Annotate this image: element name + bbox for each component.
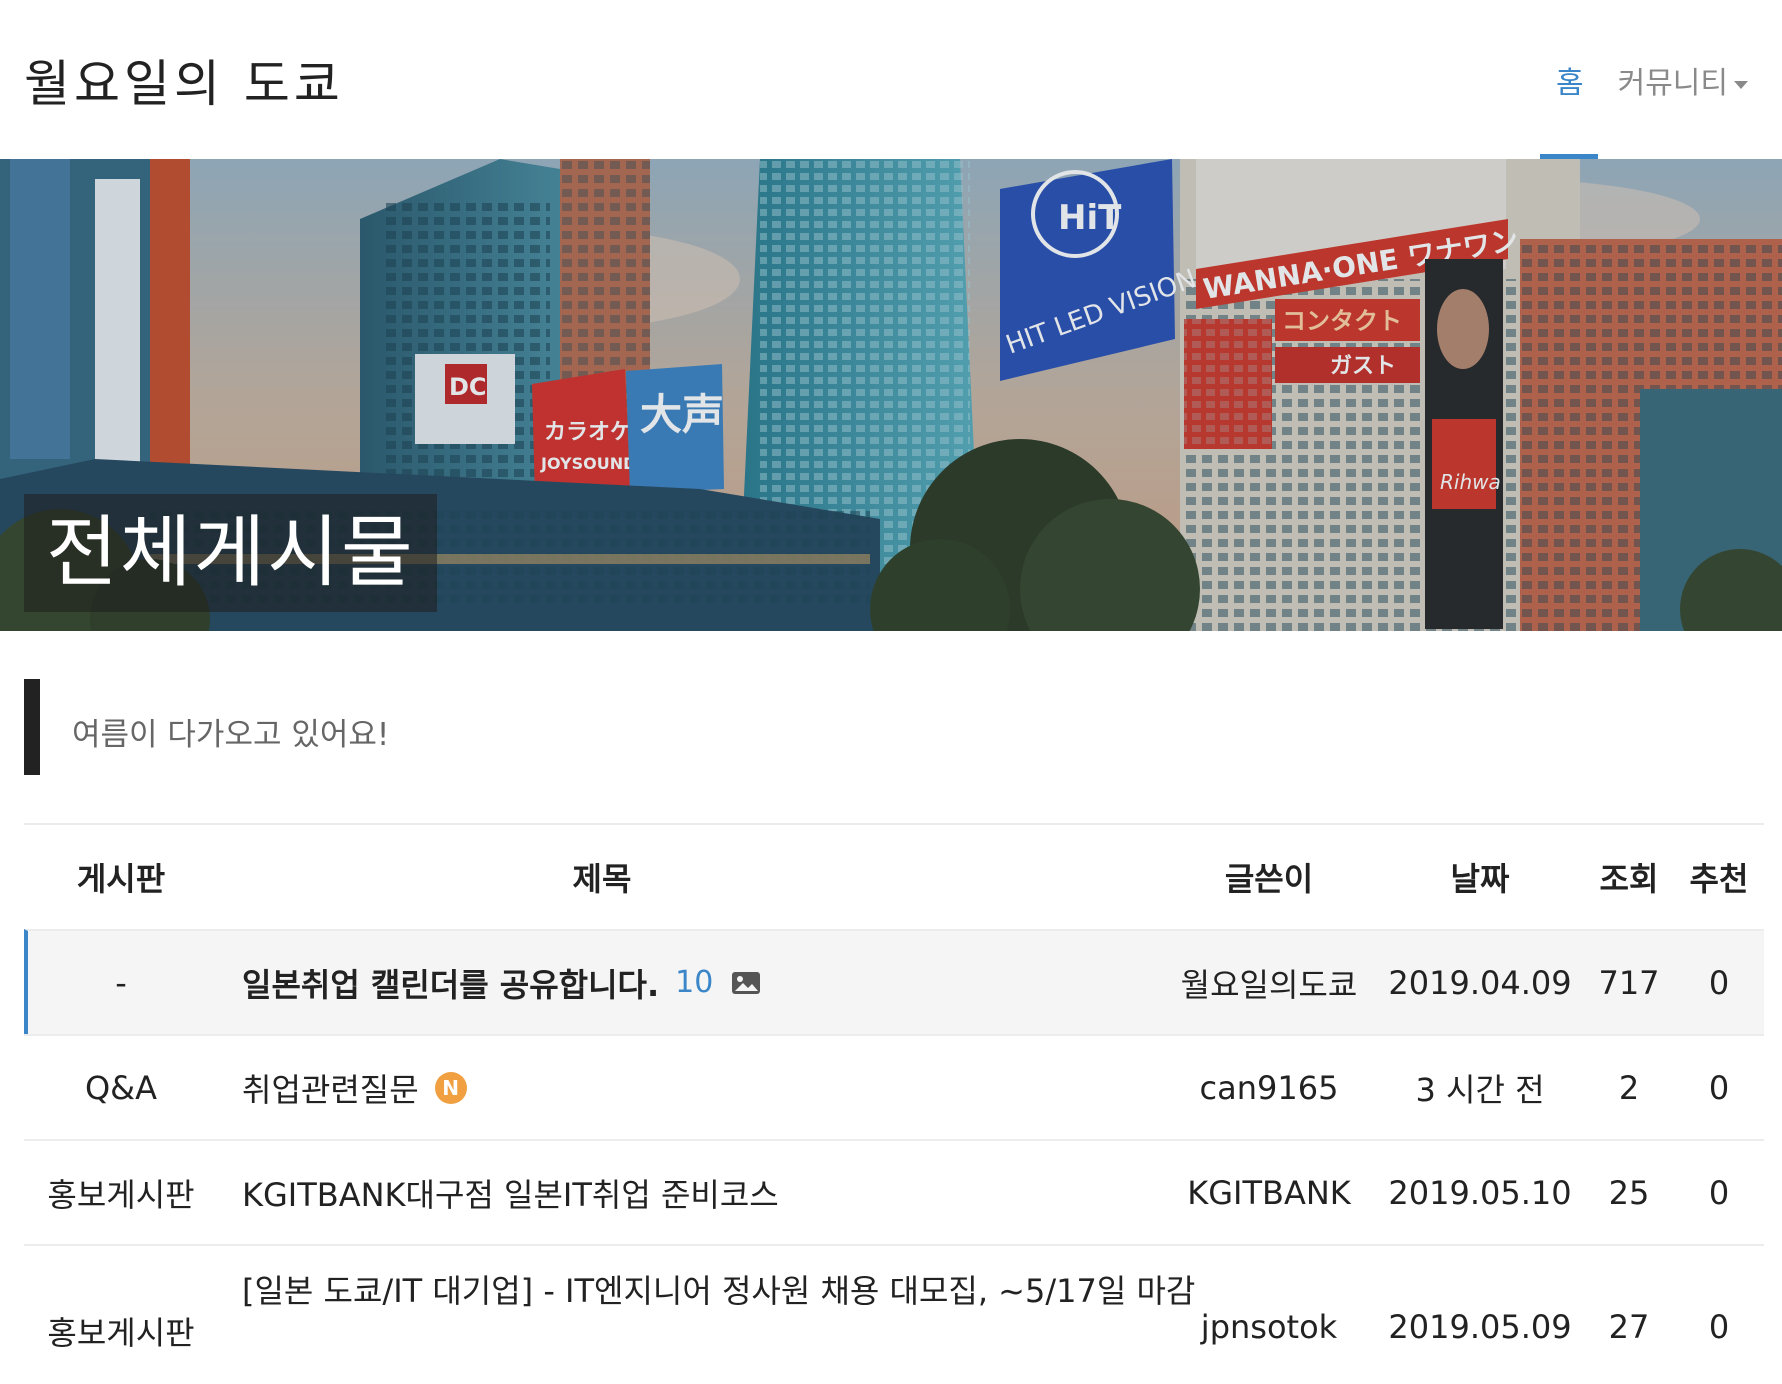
new-badge-icon: N xyxy=(434,1071,467,1104)
table-row[interactable]: 홍보게시판 KGITBANK대구점 일본IT취업 준비코스 KGITBANK 2… xyxy=(24,1139,1764,1244)
row-views: 25 xyxy=(1608,1173,1650,1212)
row-author[interactable]: jpnsotok xyxy=(1144,1246,1394,1384)
comment-count[interactable]: 10 xyxy=(675,965,713,1000)
page-title: 전체게시물 xyxy=(24,494,437,612)
site-logo[interactable]: 월요일의 도쿄 xyxy=(24,44,344,116)
notice-text: 여름이 다가오고 있어요! xyxy=(72,717,390,753)
column-header-recommend: 추천 xyxy=(1689,860,1749,898)
nav-home[interactable]: 홈 xyxy=(1556,58,1584,102)
column-header-board: 게시판 xyxy=(76,860,166,898)
row-date: 3 시간 전 xyxy=(1415,1070,1545,1109)
row-author[interactable]: can9165 xyxy=(1144,1036,1394,1139)
row-board[interactable]: Q&A xyxy=(24,1036,218,1139)
row-recommend: 0 xyxy=(1708,963,1730,1002)
column-header-title: 제목 xyxy=(572,860,632,898)
row-title-cell: [일본 도쿄/IT 대기업] - IT엔지니어 정사원 채용 대모집, ~5/1… xyxy=(242,1246,1195,1384)
post-table: 게시판 제목 글쓴이 날짜 조회 추천 - 일본취업 캘린더를 공유합니다. 1… xyxy=(24,823,1764,1384)
row-title-cell: 일본취업 캘린더를 공유합니다. 10 xyxy=(242,931,1142,1034)
nav-community-label: 커뮤니티 xyxy=(1617,66,1729,101)
row-date: 2019.05.09 xyxy=(1388,1308,1572,1346)
row-author[interactable]: 월요일의도쿄 xyxy=(1144,931,1394,1034)
row-recommend: 0 xyxy=(1708,1308,1730,1346)
table-row-pinned[interactable]: - 일본취업 캘린더를 공유합니다. 10 월요일의도쿄 2019.04.09 … xyxy=(24,929,1764,1034)
row-board[interactable]: 홍보게시판 xyxy=(24,1246,218,1384)
notice-callout: 여름이 다가오고 있어요! xyxy=(24,679,1764,775)
row-board[interactable]: 홍보게시판 xyxy=(24,1141,218,1244)
row-views: 2 xyxy=(1618,1068,1640,1107)
row-views: 717 xyxy=(1598,963,1660,1002)
row-title-cell: 취업관련질문 N xyxy=(242,1036,1142,1139)
main-nav: 홈 커뮤니티 추 xyxy=(1556,58,1782,102)
hero-banner: HiT HIT LED VISION WANNA·ONE ワナワン カラオケ J… xyxy=(0,159,1782,631)
row-title-link[interactable]: [일본 도쿄/IT 대기업] - IT엔지니어 정사원 채용 대모집, ~5/1… xyxy=(242,1266,1195,1312)
table-row[interactable]: Q&A 취업관련질문 N can9165 3 시간 전 2 0 xyxy=(24,1034,1764,1139)
row-date: 2019.05.10 xyxy=(1388,1173,1572,1212)
table-header-row: 게시판 제목 글쓴이 날짜 조회 추천 xyxy=(24,823,1764,929)
chevron-down-icon xyxy=(1734,80,1749,89)
row-title-link[interactable]: 일본취업 캘린더를 공유합니다. xyxy=(242,960,659,1006)
row-author[interactable]: KGITBANK xyxy=(1144,1141,1394,1244)
column-header-views: 조회 xyxy=(1599,860,1659,898)
notice-accent-bar xyxy=(24,679,40,775)
row-views: 27 xyxy=(1608,1308,1650,1346)
row-title-cell: KGITBANK대구점 일본IT취업 준비코스 xyxy=(242,1141,1142,1244)
column-header-date: 날짜 xyxy=(1450,860,1510,898)
site-header: 월요일의 도쿄 홈 커뮤니티 추 xyxy=(0,0,1782,159)
nav-community[interactable]: 커뮤니티 xyxy=(1617,58,1749,102)
table-row[interactable]: 홍보게시판 [일본 도쿄/IT 대기업] - IT엔지니어 정사원 채용 대모집… xyxy=(24,1244,1764,1384)
column-header-author: 글쓴이 xyxy=(1224,860,1314,898)
row-board: - xyxy=(115,963,127,1002)
image-attachment-icon xyxy=(731,971,761,995)
row-title-link[interactable]: KGITBANK대구점 일본IT취업 준비코스 xyxy=(242,1170,779,1216)
row-title-link[interactable]: 취업관련질문 xyxy=(242,1065,419,1111)
row-recommend: 0 xyxy=(1708,1068,1730,1107)
row-date: 2019.04.09 xyxy=(1388,963,1572,1002)
row-recommend: 0 xyxy=(1708,1173,1730,1212)
